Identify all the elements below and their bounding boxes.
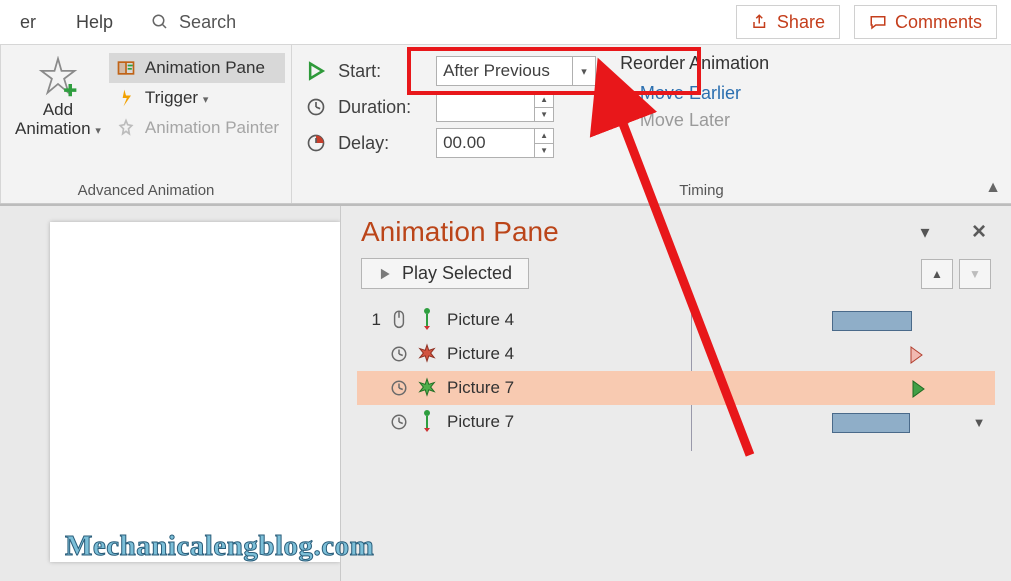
duration-field[interactable]: ▲▼ (436, 92, 554, 122)
delay-value: 00.00 (443, 133, 534, 153)
collapse-ribbon-icon[interactable]: ▲ (985, 179, 1001, 197)
spinner-down-icon[interactable]: ▼ (535, 143, 553, 158)
animation-pane: Animation Pane ▾ × Play Selected ▲ ▼ 1 Pi… (340, 206, 1011, 581)
spinner-up-icon[interactable]: ▲ (535, 129, 553, 143)
close-pane-icon[interactable]: × (967, 218, 991, 246)
up-caret-icon: ▲ (620, 86, 634, 102)
add-animation-button[interactable]: Add Animation ▾ (7, 49, 109, 144)
effect-icon (413, 308, 441, 332)
timeline-bar (577, 337, 967, 371)
slide-thumbnail[interactable] (50, 222, 340, 562)
object-name: Picture 7 (441, 378, 577, 398)
animation-painter-icon (116, 118, 136, 138)
animation-painter-button: Animation Painter (109, 113, 285, 143)
animation-list-item[interactable]: Picture 4 (357, 337, 995, 371)
ribbon-tab-fragment[interactable]: er (0, 0, 56, 44)
animation-pane-icon (116, 58, 136, 78)
animation-list-item[interactable]: Picture 7 ▼ (357, 405, 995, 439)
share-button[interactable]: Share (736, 5, 840, 39)
animation-list: 1 Picture 4 Picture 4 Picture 7 Picture 7 ▼ (341, 303, 1011, 439)
duration-label: Duration: (338, 97, 428, 118)
effect-icon (413, 343, 441, 365)
search-icon (151, 13, 169, 31)
object-name: Picture 7 (441, 412, 577, 432)
play-selected-button[interactable]: Play Selected (361, 258, 529, 289)
effect-icon (413, 410, 441, 434)
comments-icon (869, 13, 887, 31)
object-name: Picture 4 (441, 344, 577, 364)
add-animation-icon (37, 56, 79, 98)
move-earlier-label: Move Earlier (640, 83, 741, 104)
move-down-button: ▼ (959, 259, 991, 289)
share-label: Share (777, 12, 825, 33)
move-later-label: Move Later (640, 110, 730, 131)
comments-button[interactable]: Comments (854, 5, 997, 39)
trigger-button[interactable]: Trigger ▾ (109, 83, 285, 113)
move-later-button: ▼ Move Later (620, 107, 769, 134)
animation-pane-label: Animation Pane (145, 58, 265, 78)
animation-list-item[interactable]: Picture 7 (357, 371, 995, 405)
duration-icon (306, 97, 326, 117)
pane-title: Animation Pane (361, 216, 913, 248)
trigger-icon (385, 345, 413, 363)
play-icon (306, 61, 326, 81)
start-dropdown[interactable]: After Previous ▾ (436, 56, 596, 86)
start-value: After Previous (443, 61, 572, 81)
add-animation-label2: Animation ▾ (15, 119, 101, 138)
animation-pane-button[interactable]: Animation Pane (109, 53, 285, 83)
animation-list-item[interactable]: 1 Picture 4 (357, 303, 995, 337)
trigger-icon (385, 413, 413, 431)
down-caret-icon: ▼ (620, 113, 634, 129)
delay-icon (306, 133, 326, 153)
expand-chevron-icon[interactable]: ▼ (967, 415, 991, 430)
spinner-down-icon[interactable]: ▼ (535, 107, 553, 122)
object-name: Picture 4 (441, 310, 577, 330)
timeline-bar (577, 303, 967, 337)
reorder-title: Reorder Animation (620, 53, 769, 74)
trigger-icon (385, 309, 413, 331)
chevron-down-icon[interactable]: ▾ (572, 57, 595, 85)
slide-canvas-area (0, 206, 340, 581)
share-icon (751, 13, 769, 31)
watermark-text: Mechanicalengblog.com (65, 530, 374, 563)
add-animation-label1: Add (43, 100, 73, 119)
ribbon-tab-help[interactable]: Help (56, 0, 133, 44)
tell-me-search[interactable]: Search (133, 12, 254, 33)
group-timing-label: Timing (398, 180, 1005, 201)
timeline-bar (577, 405, 967, 439)
search-label: Search (179, 12, 236, 33)
trigger-icon (385, 379, 413, 397)
effect-icon (413, 377, 441, 399)
group-advanced-animation-label: Advanced Animation (7, 180, 285, 201)
delay-field[interactable]: 00.00 ▲▼ (436, 128, 554, 158)
start-label: Start: (338, 61, 428, 82)
trigger-label: Trigger ▾ (145, 88, 208, 108)
timeline-bar (577, 371, 967, 405)
play-icon (378, 267, 392, 281)
play-selected-label: Play Selected (402, 263, 512, 284)
spinner-up-icon[interactable]: ▲ (535, 93, 553, 107)
move-earlier-button[interactable]: ▲ Move Earlier (620, 80, 769, 107)
pane-options-chevron-icon[interactable]: ▾ (913, 222, 937, 243)
sequence-number: 1 (361, 310, 385, 330)
animation-painter-label: Animation Painter (145, 118, 279, 138)
trigger-icon (116, 88, 136, 108)
move-up-button[interactable]: ▲ (921, 259, 953, 289)
comments-label: Comments (895, 12, 982, 33)
delay-label: Delay: (338, 133, 428, 154)
